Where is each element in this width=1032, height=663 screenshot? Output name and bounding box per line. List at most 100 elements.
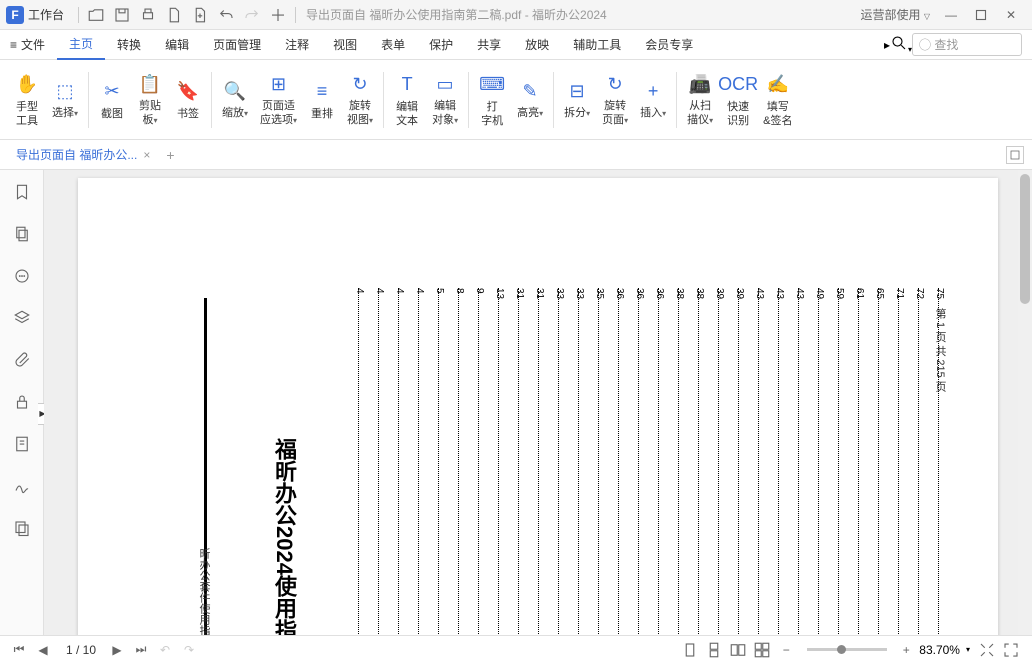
print-icon[interactable]: [135, 2, 161, 28]
ribbon-旋转页面[interactable]: ↻旋转页面▾: [596, 67, 634, 132]
zoom-slider[interactable]: [807, 648, 887, 651]
ribbon-手型工具[interactable]: ✋手型工具: [8, 68, 46, 132]
view-mode1-icon[interactable]: [679, 639, 701, 661]
ribbon-高亮[interactable]: ✎高亮▾: [511, 74, 549, 125]
ribbon-页面适应选项[interactable]: ⊞页面适应选项▾: [254, 67, 303, 132]
menu-tab-2[interactable]: 编辑: [153, 30, 201, 60]
doc2-icon[interactable]: [187, 2, 213, 28]
layers-panel-icon[interactable]: [8, 304, 36, 332]
toc-page-num: 38: [694, 288, 705, 299]
portfolio-panel-icon[interactable]: [8, 514, 36, 542]
document-viewport[interactable]: 福昕办公2024使用指南 昕办公套件使用指南 第 1 页 共 215 页 444…: [44, 170, 1032, 635]
toc-page-num: 33: [574, 288, 585, 299]
first-page-button[interactable]: ⏮: [8, 639, 30, 661]
maximize-button[interactable]: [966, 2, 996, 28]
ribbon-截图[interactable]: ✂截图: [93, 75, 131, 125]
ribbon-label: 页面适应选项▾: [260, 99, 297, 128]
workbench-label[interactable]: 工作台: [28, 6, 64, 23]
toc-page-num: 43: [754, 288, 765, 299]
search-scope-icon[interactable]: ▾: [890, 34, 912, 55]
prev-page-button[interactable]: ◀: [32, 639, 54, 661]
ribbon-打字机[interactable]: ⌨打字机: [473, 68, 511, 132]
comments-panel-icon[interactable]: [8, 262, 36, 290]
side-note: 昕办公套件使用指南: [196, 548, 212, 635]
ribbon-icon: 🔍: [222, 78, 248, 104]
open-icon[interactable]: [83, 2, 109, 28]
view-mode3-icon[interactable]: [727, 639, 749, 661]
menu-tab-7[interactable]: 保护: [417, 30, 465, 60]
next-page-button[interactable]: ▶: [106, 639, 128, 661]
last-page-button[interactable]: ⏭: [130, 639, 152, 661]
close-button[interactable]: ✕: [996, 2, 1026, 28]
ribbon-icon: ↻: [602, 71, 628, 97]
zoom-value: 83.70%: [919, 643, 960, 657]
ribbon-拆分[interactable]: ⊟拆分▾: [558, 74, 596, 125]
page-number-input[interactable]: [56, 643, 106, 657]
ribbon-label: 高亮▾: [517, 106, 543, 121]
page-title: 福昕办公2024使用指南: [268, 438, 300, 635]
menu-tab-1[interactable]: 转换: [105, 30, 153, 60]
menu-tab-4[interactable]: 注释: [273, 30, 321, 60]
ribbon-剪贴板[interactable]: 📋剪贴板▾: [131, 67, 169, 132]
menu-tab-9[interactable]: 放映: [513, 30, 561, 60]
toc-page-num: 8: [454, 288, 465, 294]
toc-page-num: 59: [834, 288, 845, 299]
left-sidebar: ▶: [0, 170, 44, 635]
fit-width-icon[interactable]: [976, 639, 998, 661]
ribbon-填写&签名[interactable]: ✍填写&签名: [757, 68, 798, 132]
signature-panel-icon[interactable]: [8, 472, 36, 500]
menu-tab-6[interactable]: 表单: [369, 30, 417, 60]
menu-tab-8[interactable]: 共享: [465, 30, 513, 60]
save-icon[interactable]: [109, 2, 135, 28]
menu-tab-0[interactable]: 主页: [57, 30, 105, 60]
toc-page-num: 36: [634, 288, 645, 299]
ribbon-缩放[interactable]: 🔍缩放▾: [216, 74, 254, 125]
nav-fwd-button: ↷: [178, 639, 200, 661]
toc-page-num: 4: [374, 288, 385, 294]
user-dropdown[interactable]: 运营部使用 ▽: [860, 6, 930, 23]
ribbon-旋转视图[interactable]: ↻旋转视图▾: [341, 67, 379, 132]
menu-tab-10[interactable]: 辅助工具: [561, 30, 633, 60]
zoom-in-button[interactable]: +: [895, 639, 917, 661]
ribbon-选择[interactable]: ⬚选择▾: [46, 74, 84, 125]
ribbon-icon: 📠: [687, 71, 713, 97]
titlebar: F 工作台 导出页面自 福昕办公使用指南第二稿.pdf - 福昕办公2024 运…: [0, 0, 1032, 30]
ribbon-label: 书签: [177, 107, 199, 121]
ribbon-label: 填写&签名: [763, 100, 792, 128]
menu-tab-5[interactable]: 视图: [321, 30, 369, 60]
ribbon-快速识别[interactable]: OCR快速识别: [719, 68, 757, 132]
fullscreen-icon[interactable]: [1000, 639, 1022, 661]
undo-icon[interactable]: [213, 2, 239, 28]
search-input[interactable]: ◯ 查找: [912, 33, 1022, 56]
view-mode2-icon[interactable]: [703, 639, 725, 661]
ribbon-编辑对象[interactable]: ▭编辑对象▾: [426, 67, 464, 132]
ribbon-编辑文本[interactable]: T编辑文本: [388, 68, 426, 132]
tab-close-icon[interactable]: ×: [143, 148, 150, 162]
ribbon-icon: ⊟: [564, 78, 590, 104]
ribbon-重排[interactable]: ≡重排: [303, 75, 341, 125]
bookmark-panel-icon[interactable]: [8, 178, 36, 206]
attachments-panel-icon[interactable]: [8, 346, 36, 374]
ribbon-label: 剪贴板▾: [139, 99, 161, 128]
form-panel-icon[interactable]: [8, 430, 36, 458]
zoom-out-button[interactable]: −: [775, 639, 797, 661]
vertical-scrollbar[interactable]: [1018, 170, 1032, 635]
view-mode4-icon[interactable]: [751, 639, 773, 661]
toc-page-num: 36: [654, 288, 665, 299]
ribbon-从扫描仪[interactable]: 📠从扫描仪▾: [681, 67, 719, 132]
reader-mode-icon[interactable]: [1006, 146, 1024, 164]
menu-tab-11[interactable]: 会员专享: [633, 30, 705, 60]
redo-icon: [239, 2, 265, 28]
more-icon[interactable]: [265, 2, 291, 28]
ribbon-书签[interactable]: 🔖书签: [169, 75, 207, 125]
document-tab[interactable]: 导出页面自 福昕办公... ×: [8, 141, 158, 169]
add-tab-button[interactable]: +: [166, 147, 174, 163]
minimize-button[interactable]: —: [936, 2, 966, 28]
security-panel-icon[interactable]: [8, 388, 36, 416]
file-menu[interactable]: ≡ 文件: [10, 36, 45, 53]
pages-panel-icon[interactable]: [8, 220, 36, 248]
toc-page-num: 33: [554, 288, 565, 299]
menu-tab-3[interactable]: 页面管理: [201, 30, 273, 60]
doc1-icon[interactable]: [161, 2, 187, 28]
ribbon-插入[interactable]: +插入▾: [634, 74, 672, 125]
